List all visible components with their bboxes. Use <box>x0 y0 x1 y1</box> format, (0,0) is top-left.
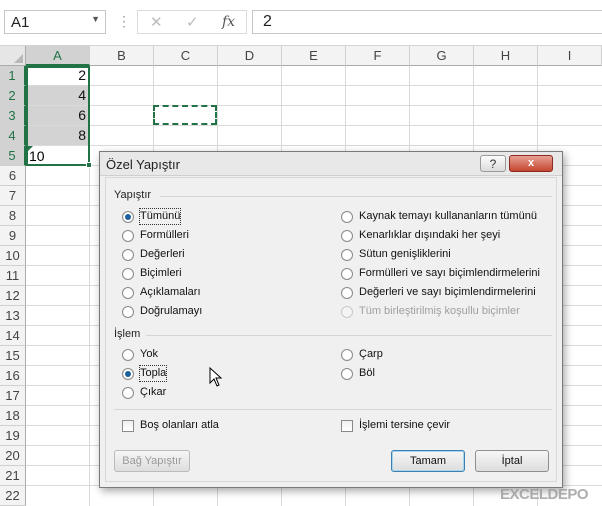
operation-subtract-label[interactable]: Çıkar <box>140 385 166 400</box>
column-header-c[interactable]: C <box>154 46 218 66</box>
radio-paste-theme[interactable] <box>341 211 353 223</box>
row-header-19[interactable]: 19 <box>0 426 26 446</box>
formula-input[interactable]: 2 <box>252 10 602 34</box>
column-header-b[interactable]: B <box>90 46 154 66</box>
row-header-17[interactable]: 17 <box>0 386 26 406</box>
formula-buttons: ✕ ✓ fx <box>137 10 247 34</box>
row-header-18[interactable]: 18 <box>0 406 26 426</box>
paste-no-borders-label[interactable]: Kenarlıklar dışındaki her şeyi <box>359 228 500 243</box>
row-header-20[interactable]: 20 <box>0 446 26 466</box>
column-header-d[interactable]: D <box>218 46 282 66</box>
radio-paste-formulas[interactable] <box>122 230 134 242</box>
radio-paste-values[interactable] <box>122 249 134 261</box>
column-header-i[interactable]: I <box>538 46 602 66</box>
paste-formats-label[interactable]: Biçimleri <box>140 266 182 281</box>
column-header-g[interactable]: G <box>410 46 474 66</box>
chevron-down-icon[interactable]: ▼ <box>91 14 100 24</box>
skip-blanks-label[interactable]: Boş olanları atla <box>140 418 219 433</box>
radio-paste-column-widths[interactable] <box>341 249 353 261</box>
row-header-12[interactable]: 12 <box>0 286 26 306</box>
name-box[interactable]: A1 ▼ <box>4 10 106 34</box>
name-box-value: A1 <box>11 14 30 31</box>
dialog-body: Yapıştır Tümünü Formülleri Değerleri Biç… <box>105 177 557 482</box>
paste-validation-label[interactable]: Doğrulamayı <box>140 304 202 319</box>
column-header-f[interactable]: F <box>346 46 410 66</box>
operation-none-label[interactable]: Yok <box>140 347 158 362</box>
row-header-5[interactable]: 5 <box>0 146 26 166</box>
paste-merged-conditional-label: Tüm birleştirilmiş koşullu biçimler <box>359 305 520 317</box>
operation-group-label: İşlem <box>114 328 141 340</box>
row-header-2[interactable]: 2 <box>0 86 26 106</box>
skip-blanks-checkbox[interactable] <box>122 420 134 432</box>
radio-paste-merged-conditional <box>341 306 353 318</box>
paste-values-number-formats-label[interactable]: Değerleri ve sayı biçimlendirmelerini <box>359 285 536 300</box>
row-header-3[interactable]: 3 <box>0 106 26 126</box>
radio-operation-add[interactable] <box>122 368 134 380</box>
watermark-logo: EXCELDEPO <box>500 486 589 503</box>
column-header-e[interactable]: E <box>282 46 346 66</box>
row-header-8[interactable]: 8 <box>0 206 26 226</box>
transpose-checkbox[interactable] <box>341 420 353 432</box>
paste-link-button[interactable]: Bağ Yapıştır <box>114 450 190 472</box>
paste-special-dialog: Özel Yapıştır ? x Yapıştır Tümünü Formül… <box>99 151 563 488</box>
paste-all-label[interactable]: Tümünü <box>138 208 182 225</box>
selection-range <box>26 66 90 166</box>
row-header-14[interactable]: 14 <box>0 326 26 346</box>
row-header-21[interactable]: 21 <box>0 466 26 486</box>
row-header-11[interactable]: 11 <box>0 266 26 286</box>
operation-multiply-label[interactable]: Çarp <box>359 347 383 362</box>
operation-add-label[interactable]: Topla <box>138 365 168 382</box>
mouse-cursor-icon <box>209 367 223 387</box>
paste-formulas-label[interactable]: Formülleri <box>140 228 189 243</box>
paste-group-label: Yapıştır <box>114 189 152 201</box>
help-button[interactable]: ? <box>480 155 506 172</box>
column-header-h[interactable]: H <box>474 46 538 66</box>
transpose-label[interactable]: İşlemi tersine çevir <box>359 418 450 433</box>
row-header-15[interactable]: 15 <box>0 346 26 366</box>
row-header-4[interactable]: 4 <box>0 126 26 146</box>
paste-values-label[interactable]: Değerleri <box>140 247 185 262</box>
row-header-6[interactable]: 6 <box>0 166 26 186</box>
radio-paste-no-borders[interactable] <box>341 230 353 242</box>
paste-theme-label[interactable]: Kaynak temayı kullananların tümünü <box>359 209 537 224</box>
row-header-1[interactable]: 1 <box>0 66 26 86</box>
row-header-13[interactable]: 13 <box>0 306 26 326</box>
select-all-corner[interactable] <box>0 46 26 66</box>
insert-function-icon[interactable]: fx <box>222 14 235 30</box>
row-header-7[interactable]: 7 <box>0 186 26 206</box>
radio-operation-divide[interactable] <box>341 368 353 380</box>
row-header-22[interactable]: 22 <box>0 486 26 506</box>
fill-handle[interactable] <box>86 162 92 168</box>
enter-icon[interactable]: ✓ <box>186 13 199 31</box>
radio-paste-formats[interactable] <box>122 268 134 280</box>
radio-operation-none[interactable] <box>122 349 134 361</box>
row-header-10[interactable]: 10 <box>0 246 26 266</box>
copy-marquee <box>153 105 217 125</box>
row-header-16[interactable]: 16 <box>0 366 26 386</box>
dialog-title: Özel Yapıştır <box>106 157 180 172</box>
separator-icon: ⋮ <box>117 13 131 29</box>
cancel-button[interactable]: İptal <box>475 450 549 472</box>
radio-paste-values-number-formats[interactable] <box>341 287 353 299</box>
paste-formulas-number-formats-label[interactable]: Formülleri ve sayı biçimlendirmelerini <box>359 266 540 281</box>
close-button[interactable]: x <box>509 155 553 172</box>
formula-bar: A1 ▼ ⋮ ✕ ✓ fx 2 <box>0 0 602 46</box>
cancel-icon[interactable]: ✕ <box>150 13 163 31</box>
paste-comments-label[interactable]: Açıklamaları <box>140 285 201 300</box>
dialog-titlebar[interactable]: Özel Yapıştır ? x <box>100 152 562 176</box>
radio-paste-formulas-number-formats[interactable] <box>341 268 353 280</box>
radio-operation-multiply[interactable] <box>341 349 353 361</box>
radio-paste-validation[interactable] <box>122 306 134 318</box>
radio-operation-subtract[interactable] <box>122 387 134 399</box>
radio-paste-all[interactable] <box>122 211 134 223</box>
row-header-9[interactable]: 9 <box>0 226 26 246</box>
radio-paste-comments[interactable] <box>122 287 134 299</box>
ok-button[interactable]: Tamam <box>391 450 465 472</box>
operation-divide-label[interactable]: Böl <box>359 366 375 381</box>
column-header-a[interactable]: A <box>26 46 90 66</box>
paste-column-widths-label[interactable]: Sütun genişliklerini <box>359 247 451 262</box>
